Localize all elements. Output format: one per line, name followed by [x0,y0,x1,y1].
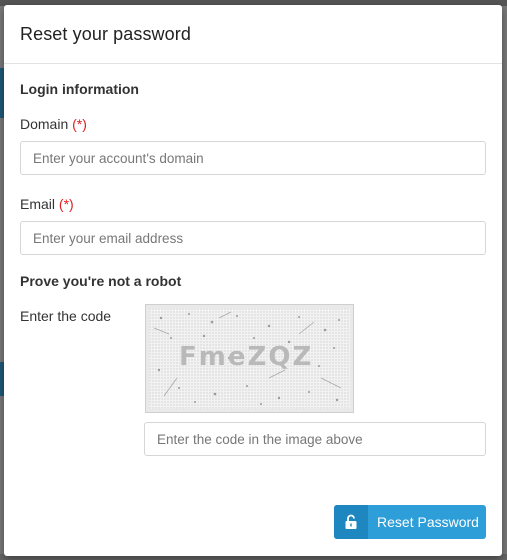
captcha-image-frame: FmeZQZ [145,304,354,413]
required-mark: (*) [58,196,74,212]
section-title-robot: Prove you're not a robot [20,273,182,289]
section-title-login: Login information [20,81,139,97]
code-label: Enter the code [20,308,112,324]
domain-label-text: Domain [20,116,69,132]
domain-label: Domain (*) [20,116,87,132]
captcha-code-input[interactable] [144,422,486,456]
required-mark: (*) [72,116,87,132]
unlock-icon [334,505,368,539]
reset-password-label: Reset Password [377,514,479,530]
email-input[interactable] [20,221,486,255]
reset-password-modal: Reset your password Login information Do… [4,5,502,556]
email-label-text: Email [20,196,56,212]
captcha-image: FmeZQZ [149,308,350,409]
modal-title: Reset your password [20,24,191,44]
captcha-code-text: FmeZQZ [179,342,314,372]
reset-password-button[interactable]: Reset Password [334,505,486,539]
modal-header: Reset your password [4,5,502,64]
domain-input[interactable] [20,141,486,175]
email-label: Email (*) [20,196,74,212]
